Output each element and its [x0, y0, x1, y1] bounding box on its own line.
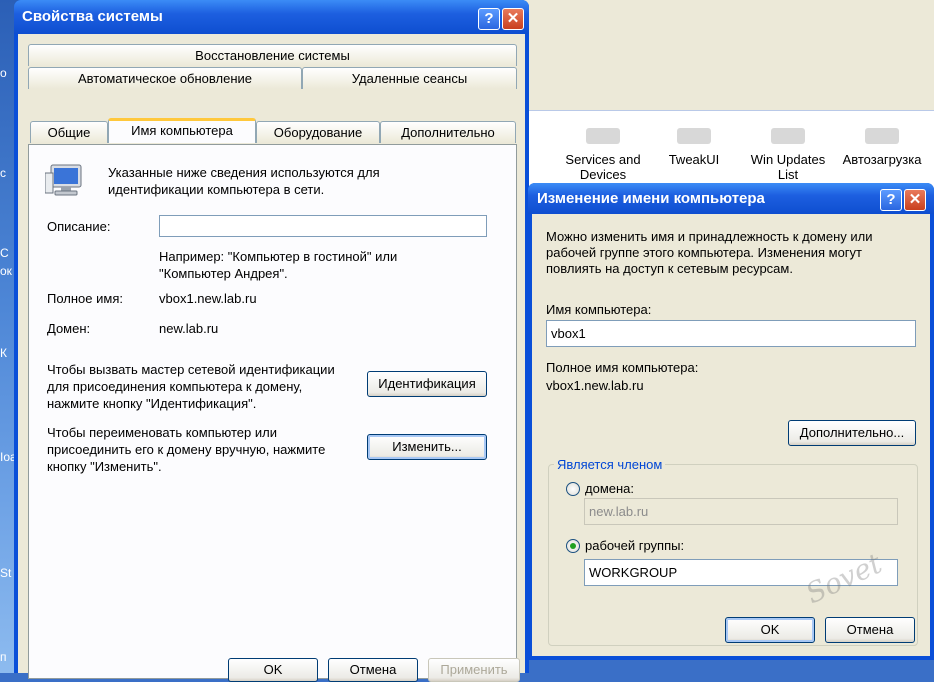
full-computer-name-value: vbox1.new.lab.ru: [546, 378, 644, 393]
tab-general[interactable]: Общие: [30, 121, 108, 143]
change-button[interactable]: Изменить...: [367, 434, 487, 460]
dialog-info-text: Можно изменить имя и принадлежность к до…: [546, 229, 873, 244]
system-properties-window: Свойства системы ? ✕ Восстановление сист…: [14, 0, 529, 682]
dialog-title-bar[interactable]: Изменение имени компьютера ? ✕: [528, 183, 934, 214]
dialog-help-button[interactable]: ?: [880, 189, 902, 211]
title-bar[interactable]: Свойства системы ? ✕: [14, 0, 529, 34]
computer-name-label: Имя компьютера:: [546, 302, 652, 317]
wizard-text: Чтобы вызвать мастер сетевой идентификац…: [47, 362, 335, 377]
tab-automatic-updates[interactable]: Автоматическое обновление: [28, 67, 302, 89]
intro-text: идентификации компьютера в сети.: [108, 182, 325, 197]
window-title: Свойства системы: [22, 8, 163, 25]
domain-value: new.lab.ru: [159, 321, 219, 336]
desktop-label: С: [0, 246, 9, 260]
services-icon: [586, 128, 620, 144]
desktop-label: п: [0, 650, 7, 664]
workgroup-radio-label: рабочей группы:: [585, 538, 685, 553]
cp-item-win-updates[interactable]: Win Updates List: [744, 128, 832, 182]
more-button[interactable]: Дополнительно...: [788, 420, 916, 446]
apply-button[interactable]: Применить: [428, 658, 520, 682]
dialog-cancel-button[interactable]: Отмена: [825, 617, 915, 643]
help-button[interactable]: ?: [478, 8, 500, 30]
wizard-text: для присоединения компьютера к домену,: [47, 379, 303, 394]
window-client-area: Восстановление системы Автоматическое об…: [18, 34, 525, 682]
tab-advanced[interactable]: Дополнительно: [380, 121, 516, 143]
dialog-close-button[interactable]: ✕: [904, 189, 926, 211]
cp-item-services[interactable]: Services and Devices: [558, 128, 648, 182]
member-of-label: Является членом: [554, 457, 666, 472]
computer-icon: [45, 164, 82, 196]
cp-item-tweakui[interactable]: TweakUI: [652, 128, 736, 167]
rename-text: Чтобы переименовать компьютер или: [47, 425, 277, 440]
desktop-label: c: [0, 166, 6, 180]
desktop-label: о: [0, 66, 7, 80]
cp-item-autostart[interactable]: Автозагрузка: [834, 128, 930, 167]
workgroup-radio[interactable]: [566, 539, 580, 553]
computer-name-changes-dialog: Изменение имени компьютера ? ✕ Можно изм…: [528, 183, 934, 660]
background-window-toolbar: [517, 0, 934, 110]
dialog-ok-button[interactable]: OK: [725, 617, 815, 643]
intro-text: Указанные ниже сведения используются для: [108, 165, 380, 180]
tab-hardware[interactable]: Оборудование: [256, 121, 380, 143]
identification-button[interactable]: Идентификация: [367, 371, 487, 397]
desktop-label: St: [0, 566, 12, 580]
tab-system-restore[interactable]: Восстановление системы: [28, 44, 517, 66]
domain-input[interactable]: new.lab.ru: [584, 498, 898, 525]
dialog-client-area: Можно изменить имя и принадлежность к до…: [532, 214, 930, 656]
desktop-label: ок: [0, 264, 12, 278]
autostart-icon: [865, 128, 899, 144]
description-label: Описание:: [47, 219, 111, 234]
full-computer-name-label: Полное имя компьютера:: [546, 360, 699, 375]
rename-text: присоединить его к домену вручную, нажми…: [47, 442, 326, 457]
rename-text: кнопку "Изменить".: [47, 459, 162, 474]
full-name-label: Полное имя:: [47, 291, 123, 306]
tab-computer-name[interactable]: Имя компьютера: [108, 118, 256, 143]
win-updates-icon: [771, 128, 805, 144]
tweakui-icon: [677, 128, 711, 144]
dialog-info-text: рабочей группе этого компьютера. Изменен…: [546, 245, 862, 260]
cancel-button[interactable]: Отмена: [328, 658, 418, 682]
full-name-value: vbox1.new.lab.ru: [159, 291, 257, 306]
computer-name-panel: Указанные ниже сведения используются для…: [28, 144, 517, 679]
cp-item-label: Win Updates List: [750, 152, 826, 182]
wizard-text: нажмите кнопку "Идентификация".: [47, 396, 257, 411]
ok-button[interactable]: OK: [228, 658, 318, 682]
description-input[interactable]: [159, 215, 487, 237]
radio-selected-dot: [570, 543, 576, 549]
example-text: Например: "Компьютер в гостиной" или: [159, 249, 398, 264]
cp-item-label: TweakUI: [668, 152, 720, 167]
desktop-label: К: [0, 346, 7, 360]
computer-name-input[interactable]: vbox1: [546, 320, 916, 347]
dialog-title: Изменение имени компьютера: [537, 190, 765, 207]
cp-item-label: Services and Devices: [565, 152, 641, 182]
example-text: "Компьютер Андрея".: [159, 266, 288, 281]
cp-item-label: Автозагрузка: [842, 152, 922, 167]
domain-radio-label: домена:: [585, 481, 635, 496]
tab-remote-sessions[interactable]: Удаленные сеансы: [302, 67, 517, 89]
domain-label: Домен:: [47, 321, 91, 336]
close-button[interactable]: ✕: [502, 8, 524, 30]
domain-radio[interactable]: [566, 482, 580, 496]
dialog-info-text: повлиять на доступ к сетевым ресурсам.: [546, 261, 793, 276]
